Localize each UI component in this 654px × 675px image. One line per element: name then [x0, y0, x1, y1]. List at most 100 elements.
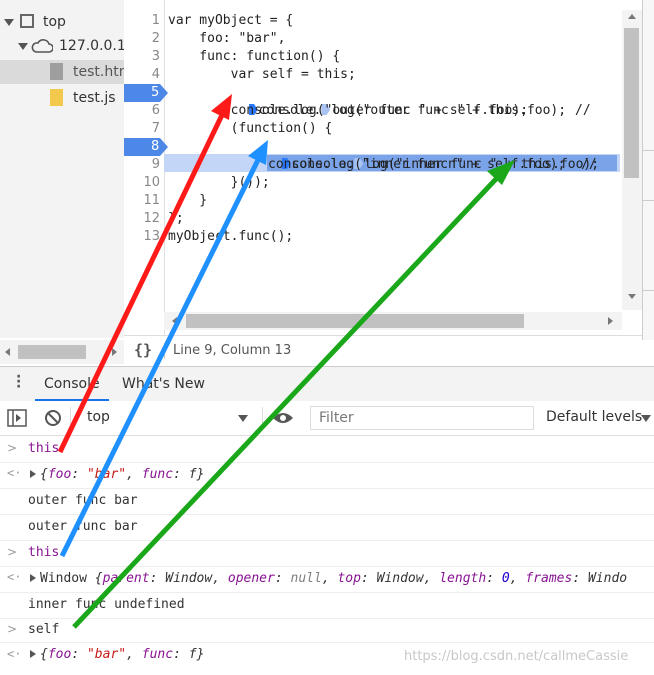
- line-number[interactable]: 7: [124, 120, 160, 138]
- obj-key: frames: [525, 571, 573, 586]
- tab-whats-new[interactable]: What's New: [122, 367, 205, 401]
- console-log: inner func undefined: [0, 592, 654, 619]
- tree-item-label: 127.0.0.1:5: [59, 38, 124, 54]
- obj-value: f: [188, 647, 197, 662]
- sidebar-toggle-icon[interactable]: [7, 409, 27, 427]
- line-number[interactable]: 4: [124, 66, 160, 84]
- scroll-up-icon[interactable]: [628, 14, 636, 19]
- obj-key: foo: [47, 467, 72, 482]
- filter-input[interactable]: Filter: [310, 406, 534, 430]
- console-result[interactable]: <· {foo: "bar", func: f}: [0, 462, 654, 489]
- tree-item-test-html[interactable]: test.html: [0, 60, 124, 84]
- divider: [643, 290, 654, 291]
- dropdown-arrow-icon: [641, 415, 651, 422]
- code-line: }());: [168, 175, 270, 190]
- scroll-left-icon[interactable]: [5, 348, 10, 356]
- console-input[interactable]: > this: [0, 540, 654, 567]
- scroll-thumb[interactable]: [186, 314, 524, 328]
- line-number[interactable]: 6: [124, 102, 160, 120]
- expand-object-icon[interactable]: [30, 574, 36, 582]
- clear-console-icon[interactable]: [44, 409, 62, 427]
- context-selector[interactable]: top: [78, 401, 254, 435]
- console-log: outer func bar: [0, 488, 654, 515]
- log-text: outer func bar: [28, 493, 138, 508]
- line-number[interactable]: 1: [124, 12, 160, 30]
- result-arrow-icon: <·: [7, 647, 22, 661]
- dropdown-arrow-icon: [238, 415, 248, 422]
- breakpoint-line-number[interactable]: 8: [124, 138, 168, 156]
- cloud-icon: [31, 39, 53, 53]
- breakpoint-line-number[interactable]: 5: [124, 84, 168, 102]
- line-number[interactable]: 11: [124, 192, 160, 210]
- log-levels-dropdown[interactable]: Default levels: [540, 401, 654, 435]
- log-levels-value: Default levels: [546, 409, 643, 425]
- tree-item-label: test.html: [73, 64, 124, 80]
- kebab-menu-icon[interactable]: · · ·: [16, 370, 21, 394]
- input-prompt-icon: >: [7, 545, 18, 559]
- obj-value: "bar": [86, 467, 127, 482]
- code-line: };: [168, 211, 184, 226]
- obj-value: f: [188, 467, 197, 482]
- divider: [262, 407, 263, 429]
- input-prompt-icon: >: [7, 622, 18, 636]
- tree-item-label: test.js: [73, 90, 116, 106]
- divider: [70, 407, 71, 429]
- console-log: outer func bar: [0, 514, 654, 541]
- log-text: outer func bar: [28, 519, 138, 534]
- code-line: (function() {: [168, 121, 333, 136]
- line-number[interactable]: 3: [124, 48, 160, 66]
- line-gutter[interactable]: 1 2 3 4 5 6 7 8 9 10 11 12 13: [124, 10, 168, 315]
- expand-arrow-icon[interactable]: [4, 19, 14, 26]
- scroll-right-icon[interactable]: [112, 348, 117, 356]
- console-input[interactable]: > self: [0, 618, 654, 643]
- frame-icon: [20, 14, 34, 28]
- console-result[interactable]: <· Window {parent: Window, opener: null,…: [0, 566, 654, 593]
- tree-item-origin[interactable]: 127.0.0.1:5: [0, 34, 124, 58]
- console-toolbar: top Filter Default levels: [0, 401, 654, 436]
- divider: [164, 343, 165, 359]
- line-number[interactable]: 2: [124, 30, 160, 48]
- input-prompt-icon: >: [7, 441, 18, 455]
- scroll-right-icon[interactable]: [608, 317, 613, 325]
- expand-object-icon[interactable]: [30, 470, 36, 478]
- expand-object-icon[interactable]: [30, 650, 36, 658]
- code-line: var self = this;: [168, 67, 356, 82]
- debugger-sidebar: [642, 0, 654, 340]
- line-number[interactable]: 9: [124, 156, 160, 174]
- divider: [643, 150, 654, 151]
- expand-arrow-icon[interactable]: [18, 43, 28, 50]
- obj-key: func: [141, 647, 174, 662]
- file-icon: [50, 63, 63, 80]
- eye-icon[interactable]: [272, 411, 294, 425]
- obj-key: func: [141, 467, 174, 482]
- editor-status-bar: {} Line 9, Column 13: [124, 335, 642, 366]
- result-arrow-icon: <·: [7, 570, 22, 584]
- console-input[interactable]: > this: [0, 436, 654, 463]
- line-number[interactable]: 12: [124, 210, 160, 228]
- tree-item-top[interactable]: top: [0, 10, 124, 34]
- tab-console[interactable]: Console: [35, 367, 109, 401]
- obj-value: 0: [501, 571, 510, 586]
- obj-value: Window: [165, 571, 213, 586]
- console-command: this: [28, 441, 60, 456]
- code-line: console. log("inner func " + this.foo);: [266, 138, 599, 172]
- tree-item-test-js[interactable]: test.js: [0, 86, 124, 110]
- pretty-print-icon[interactable]: {}: [134, 341, 152, 359]
- obj-class: Window: [40, 571, 87, 586]
- line-number[interactable]: 10: [124, 174, 160, 192]
- code-line: var myObject = {: [168, 13, 294, 28]
- obj-value: Windo: [587, 571, 628, 586]
- drawer-tab-bar: · · · Console What's New: [0, 366, 654, 402]
- console-command: this: [28, 545, 60, 560]
- scroll-thumb[interactable]: [18, 345, 86, 359]
- obj-key: parent: [102, 571, 150, 586]
- scroll-down-icon[interactable]: [628, 294, 636, 299]
- console-command: self: [28, 622, 60, 637]
- filter-placeholder: Filter: [319, 410, 354, 426]
- code-line: console. log("outer func " + this.foo);: [233, 84, 566, 118]
- tree-scrollbar[interactable]: [0, 340, 124, 364]
- obj-key: foo: [47, 647, 72, 662]
- scroll-thumb[interactable]: [624, 28, 639, 178]
- line-number[interactable]: 13: [124, 228, 160, 246]
- scroll-left-icon[interactable]: [172, 317, 177, 325]
